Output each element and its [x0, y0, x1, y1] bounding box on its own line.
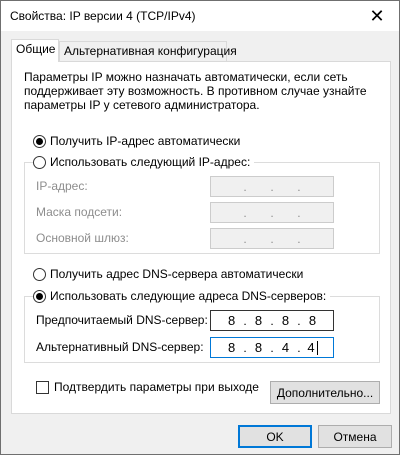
preferred-dns-field[interactable]: 8. 8. 8. 8	[210, 310, 334, 331]
title-bar[interactable]: Свойства: IP версии 4 (TCP/IPv4) ✕	[1, 1, 399, 31]
octet-4[interactable]: 8	[302, 313, 323, 328]
tab-alternate-config[interactable]: Альтернативная конфигурация	[59, 41, 237, 61]
tab-general[interactable]: Общие	[11, 39, 59, 62]
radio-dns-manual[interactable]: Использовать следующие адреса DNS-сервер…	[33, 289, 331, 303]
ip-address-label: IP-адрес:	[36, 179, 88, 193]
subnet-mask-label: Маска подсети:	[36, 205, 123, 219]
octet-1[interactable]: 8	[221, 313, 242, 328]
octet-1[interactable]: 8	[221, 340, 242, 355]
octet-4-with-caret[interactable]: 4	[302, 340, 323, 356]
description-text: Параметры IP можно назначать автоматичес…	[24, 70, 367, 112]
alternate-dns-label: Альтернативный DNS-сервер:	[36, 340, 204, 354]
radio-dns-auto-indicator[interactable]	[33, 267, 46, 281]
ok-button[interactable]: OK	[238, 425, 312, 448]
close-icon[interactable]: ✕	[355, 1, 399, 31]
radio-ip-auto-indicator[interactable]	[33, 134, 46, 148]
radio-ip-auto[interactable]: Получить IP-адрес автоматически	[33, 134, 240, 148]
window-title: Свойства: IP версии 4 (TCP/IPv4)	[10, 9, 196, 23]
advanced-button[interactable]: Дополнительно...	[270, 381, 380, 404]
subnet-mask-field: . . .	[210, 202, 334, 223]
octet-3[interactable]: 4	[275, 340, 296, 355]
ip-address-field: . . .	[210, 176, 334, 197]
radio-dns-manual-label: Использовать следующие адреса DNS-сервер…	[50, 289, 327, 303]
octet-4[interactable]: 4	[307, 340, 314, 355]
default-gateway-field: . . .	[210, 228, 334, 249]
octet-2[interactable]: 8	[248, 340, 269, 355]
cancel-button[interactable]: Отмена	[318, 425, 392, 448]
radio-ip-manual-indicator[interactable]	[33, 155, 46, 169]
validate-on-exit-checkbox[interactable]: Подтвердить параметры при выходе	[36, 380, 259, 394]
preferred-dns-label: Предпочитаемый DNS-сервер:	[36, 313, 208, 327]
dialog-window: Свойства: IP версии 4 (TCP/IPv4) ✕ Общие…	[0, 0, 400, 455]
radio-dns-manual-indicator[interactable]	[33, 289, 46, 303]
radio-ip-manual[interactable]: Использовать следующий IP-адрес:	[33, 155, 255, 169]
alternate-dns-field[interactable]: 8. 8. 4. 4	[210, 337, 334, 358]
general-tab-panel: Параметры IP можно назначать автоматичес…	[11, 61, 391, 414]
text-caret	[316, 341, 318, 356]
octet-3[interactable]: 8	[275, 313, 296, 328]
checkbox-indicator[interactable]	[36, 380, 49, 394]
octet-2[interactable]: 8	[248, 313, 269, 328]
radio-dns-auto[interactable]: Получить адрес DNS-сервера автоматически	[33, 267, 303, 281]
radio-ip-manual-label: Использовать следующий IP-адрес:	[50, 155, 251, 169]
validate-on-exit-label: Подтвердить параметры при выходе	[54, 380, 259, 394]
radio-dns-auto-label: Получить адрес DNS-сервера автоматически	[50, 267, 304, 281]
radio-ip-auto-label: Получить IP-адрес автоматически	[50, 134, 241, 148]
default-gateway-label: Основной шлюз:	[36, 231, 129, 245]
